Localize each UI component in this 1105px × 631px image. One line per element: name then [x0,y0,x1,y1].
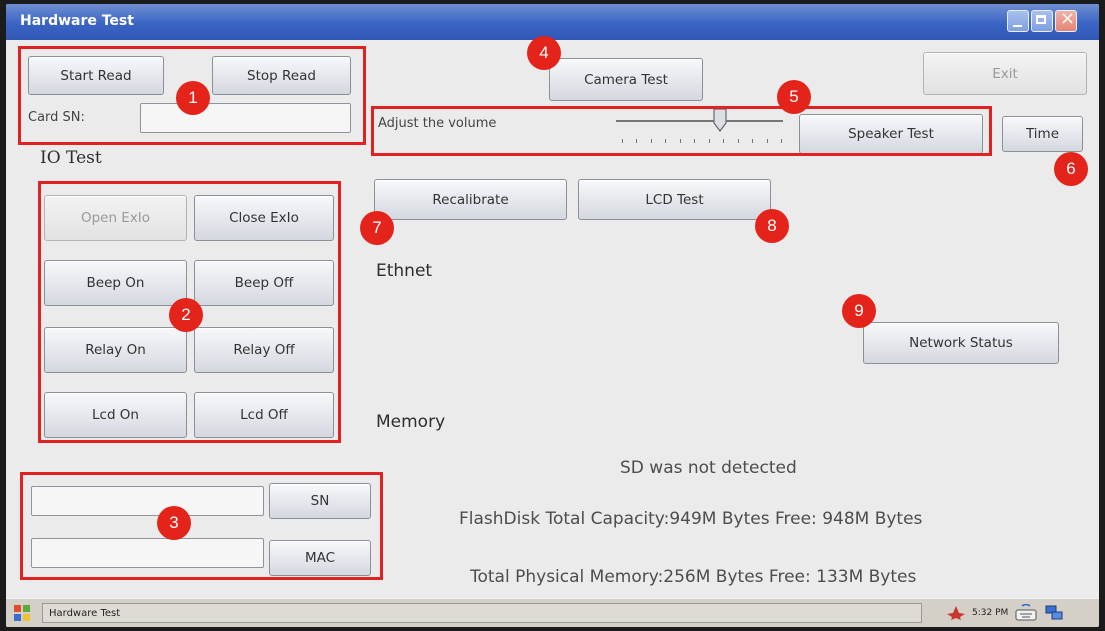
io-test-heading: IO Test [40,148,102,168]
annotation-badge-5: 5 [777,80,811,114]
annotation-badge-8: 8 [755,209,789,243]
annotation-badge-1: 1 [176,81,210,115]
device-screen: Hardware Test Start Read Stop Read Card … [6,4,1099,627]
camera-test-button[interactable]: Camera Test [549,58,703,101]
physical-memory-text: Total Physical Memory:256M Bytes Free: 1… [470,567,917,587]
annotation-badge-4: 4 [527,36,561,70]
taskbar-item-hardware-test[interactable]: Hardware Test [42,603,922,623]
close-icon[interactable] [1055,8,1077,32]
annotation-badge-3: 3 [157,506,191,540]
flashdisk-capacity-text: FlashDisk Total Capacity:949M Bytes Free… [459,509,923,529]
title-bar: Hardware Test [6,4,1099,40]
annotation-box-5 [371,106,992,156]
system-tray: 5:32 PM [946,602,1096,624]
ethnet-heading: Ethnet [376,261,433,281]
keyboard-icon[interactable] [1014,604,1038,622]
windows-start-icon[interactable] [12,603,32,623]
maximize-icon[interactable] [1031,10,1053,32]
annotation-badge-7: 7 [360,211,394,245]
minimize-icon[interactable] [1007,10,1029,32]
lcd-test-button[interactable]: LCD Test [578,179,771,220]
taskbar: Hardware Test 5:32 PM [6,598,1099,627]
desktop-icon[interactable] [1044,604,1064,622]
annotation-badge-2: 2 [169,298,203,332]
network-status-button[interactable]: Network Status [863,322,1059,364]
sd-status-text: SD was not detected [620,458,797,478]
annotation-badge-9: 9 [842,294,876,328]
memory-heading: Memory [376,412,446,432]
recalibrate-button[interactable]: Recalibrate [374,179,567,220]
time-button[interactable]: Time [1002,116,1083,152]
exit-button[interactable]: Exit [923,52,1087,95]
network-icon[interactable] [946,605,966,621]
annotation-box-3 [20,472,383,580]
window-title: Hardware Test [20,13,134,29]
clock[interactable]: 5:32 PM [972,608,1008,618]
annotation-badge-6: 6 [1054,152,1088,186]
